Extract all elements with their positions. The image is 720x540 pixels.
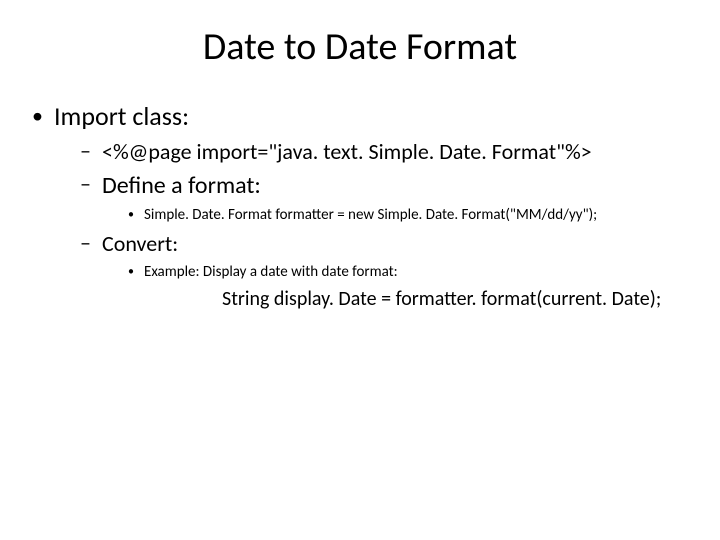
- slide-content: Import class: <%@page import="java. text…: [0, 100, 720, 311]
- lvl2-item-define-format: Define a format: Simple. Date. Format fo…: [80, 171, 700, 224]
- lvl2-text: <%@page import="java. text. Simple. Date…: [102, 138, 592, 165]
- lvl2-text: Define a format:: [102, 171, 261, 200]
- slide: Date to Date Format Import class: <%@pag…: [0, 0, 720, 540]
- bullet-list-lvl3: Simple. Date. Format formatter = new Sim…: [102, 206, 700, 224]
- bullet-list-lvl3: Example: Display a date with date format…: [102, 263, 700, 281]
- lvl3-item-example-label: Example: Display a date with date format…: [128, 263, 700, 281]
- lvl2-item-convert: Convert: Example: Display a date with da…: [80, 230, 700, 311]
- lvl2-text: Convert:: [102, 230, 178, 257]
- lvl3-text: Example: Display a date with date format…: [144, 263, 398, 281]
- code-line-display-date: String display. Date = formatter. format…: [102, 287, 700, 311]
- slide-title: Date to Date Format: [0, 0, 720, 100]
- lvl3-item-formatter: Simple. Date. Format formatter = new Sim…: [128, 206, 700, 224]
- bullet-list-lvl2: <%@page import="java. text. Simple. Date…: [54, 138, 700, 311]
- lvl1-text: Import class:: [54, 100, 189, 132]
- lvl3-text: Simple. Date. Format formatter = new Sim…: [144, 206, 597, 224]
- bullet-list-lvl1: Import class: <%@page import="java. text…: [28, 100, 700, 311]
- lvl1-item-import-class: Import class: <%@page import="java. text…: [28, 100, 700, 311]
- lvl2-item-import-directive: <%@page import="java. text. Simple. Date…: [80, 138, 700, 165]
